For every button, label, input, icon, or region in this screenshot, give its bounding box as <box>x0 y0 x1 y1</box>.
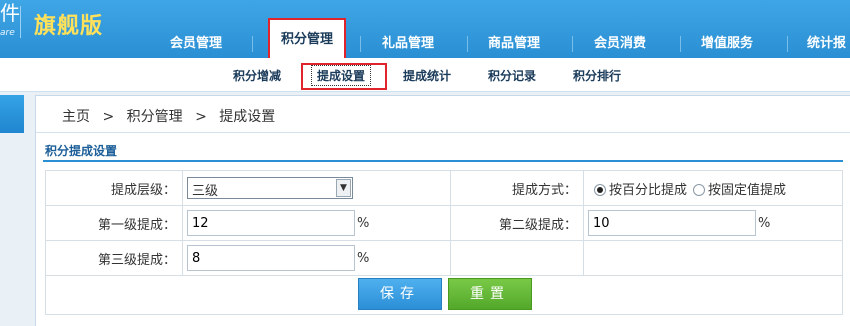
commission-form: 提成层级： 三级 ▼ 提成方式： 按百分比提成 按固定值提成 第一级提成： % 第… <box>45 170 843 315</box>
button-row <box>45 275 843 315</box>
breadcrumb-separator: > <box>195 109 207 125</box>
empty-cell <box>583 240 843 276</box>
mode-label: 提成方式： <box>450 170 584 206</box>
nav-divider <box>572 36 573 52</box>
level-select-value: 三级 <box>192 184 219 199</box>
subnav-highlight-box <box>301 63 387 90</box>
mode-percent-label[interactable]: 按百分比提成 <box>609 183 687 198</box>
nav-divider <box>467 36 468 52</box>
breadcrumb-divider <box>36 132 850 133</box>
third-level-cell: % <box>182 240 451 276</box>
logo-partial-text: 件 <box>0 1 20 25</box>
second-level-input[interactable] <box>588 210 756 236</box>
breadcrumb: 主页 > 积分管理 > 提成设置 <box>62 106 283 126</box>
nav-item-gifts[interactable]: 礼品管理 <box>382 30 434 58</box>
top-header: 件 are 旗舰版 会员管理 积分管理 礼品管理 商品管理 会员消费 增值服务 … <box>0 0 850 58</box>
subnav-item-adjust[interactable]: 积分增减 <box>233 67 281 84</box>
save-button[interactable]: 保存 <box>358 278 442 310</box>
mode-cell: 按百分比提成 按固定值提成 <box>583 170 843 206</box>
first-level-cell: % <box>182 205 451 241</box>
nav-divider <box>787 36 788 52</box>
nav-item-value-added[interactable]: 增值服务 <box>701 30 753 58</box>
breadcrumb-separator: > <box>102 109 115 125</box>
nav-item-stats[interactable]: 统计报 <box>807 30 846 58</box>
nav-item-consumption[interactable]: 会员消费 <box>594 30 646 58</box>
breadcrumb-points[interactable]: 积分管理 <box>127 109 183 125</box>
logo-divider <box>20 6 21 38</box>
percent-unit: % <box>357 250 370 266</box>
level-select[interactable]: 三级 ▼ <box>187 177 353 199</box>
empty-cell <box>450 240 584 276</box>
nav-divider <box>360 36 361 52</box>
section-underline <box>43 160 843 162</box>
breadcrumb-home[interactable]: 主页 <box>62 109 90 125</box>
breadcrumb-current: 提成设置 <box>219 109 276 125</box>
percent-unit: % <box>758 215 771 231</box>
third-level-label: 第三级提成： <box>45 240 183 276</box>
reset-button[interactable]: 重置 <box>448 278 532 310</box>
nav-divider <box>680 36 681 52</box>
first-level-label: 第一级提成： <box>45 205 183 241</box>
second-level-label: 第二级提成： <box>450 205 584 241</box>
mode-percent-radio[interactable] <box>594 184 606 196</box>
sub-nav: 积分增减 提成设置 提成统计 积分记录 积分排行 <box>0 58 850 92</box>
mode-fixed-radio[interactable] <box>693 184 706 196</box>
percent-unit: % <box>357 215 370 231</box>
third-level-input[interactable] <box>187 245 355 271</box>
subnav-item-points-ranking[interactable]: 积分排行 <box>573 67 621 84</box>
nav-item-points[interactable]: 积分管理 <box>268 18 346 58</box>
subnav-item-commission-stats[interactable]: 提成统计 <box>403 67 451 84</box>
mode-fixed-label[interactable]: 按固定值提成 <box>708 183 786 198</box>
second-level-cell: % <box>583 205 843 241</box>
edition-label: 旗舰版 <box>34 14 104 39</box>
main-panel: 主页 > 积分管理 > 提成设置 积分提成设置 提成层级： 三级 ▼ 提成方式：… <box>35 95 850 326</box>
sidebar-toggle[interactable] <box>0 95 24 133</box>
level-label: 提成层级： <box>45 170 183 206</box>
logo-subtext: are <box>0 28 15 38</box>
nav-divider <box>252 36 253 52</box>
section-title: 积分提成设置 <box>45 144 118 158</box>
first-level-input[interactable] <box>187 210 355 236</box>
level-cell: 三级 ▼ <box>182 170 451 206</box>
chevron-down-icon[interactable]: ▼ <box>336 179 351 197</box>
nav-item-member[interactable]: 会员管理 <box>170 30 222 58</box>
nav-item-products[interactable]: 商品管理 <box>488 30 540 58</box>
subnav-item-points-records[interactable]: 积分记录 <box>488 67 536 84</box>
